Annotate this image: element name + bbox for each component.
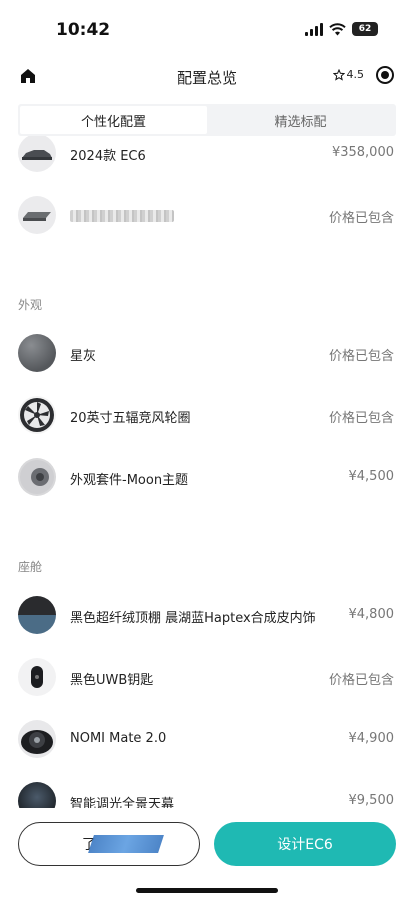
section-label-exterior: 外观 [18, 298, 43, 312]
item-name: 20英寸五辐竞风轮圈 [70, 411, 191, 426]
status-icons: 62 [305, 22, 378, 36]
list-item-model[interactable]: 2024款 EC6 ¥358,000 [0, 136, 414, 176]
target-icon[interactable] [376, 66, 394, 84]
wifi-icon [329, 22, 346, 35]
nomi-icon [18, 720, 56, 758]
wheel-icon [18, 396, 56, 434]
item-name: 星灰 [70, 349, 97, 364]
learn-more-button[interactable]: 了 [18, 822, 200, 866]
item-price: 价格已包含 [328, 349, 394, 364]
item-price: 价格已包含 [328, 211, 394, 226]
section-label-cabin: 座舱 [18, 560, 43, 574]
status-time: 10:42 [56, 20, 111, 40]
item-name: 2024款 EC6 [70, 149, 146, 164]
item-price: ¥9,500 [348, 793, 395, 808]
item-name: 黑色超纤绒顶棚 晨湖蓝Haptex合成皮内饰 [70, 611, 316, 626]
item-price: ¥358,000 [331, 145, 394, 160]
tab-bar: 个性化配置 精选标配 [18, 104, 396, 136]
car-icon [18, 136, 56, 172]
list-item-key[interactable]: 黑色UWB钥匙 价格已包含 [0, 656, 414, 700]
star-icon [332, 68, 345, 81]
interior-icon [18, 596, 56, 634]
rating-button[interactable]: 4.5 [332, 68, 365, 81]
list-item-kit[interactable]: 外观套件-Moon主题 ¥4,500 [0, 456, 414, 500]
list-item-interior[interactable]: 黑色超纤绒顶棚 晨湖蓝Haptex合成皮内饰 ¥4,800 [0, 594, 414, 638]
item-name: 智能调光全景天幕 [70, 797, 175, 808]
design-car-button[interactable]: 设计EC6 [214, 822, 396, 866]
signal-icon [305, 22, 323, 36]
list-item-sunroof[interactable]: 智能调光全景天幕 ¥9,500 [0, 780, 414, 808]
item-price: 价格已包含 [328, 673, 394, 688]
bottom-action-bar: 了 设计EC6 [0, 808, 414, 900]
home-indicator [136, 888, 278, 893]
config-list[interactable]: 2024款 EC6 ¥358,000 价格已包含 外观 星灰 价格已包含 20英… [0, 136, 414, 808]
list-item-paint[interactable]: 星灰 价格已包含 [0, 332, 414, 376]
item-name: 黑色UWB钥匙 [70, 673, 154, 688]
item-price: 价格已包含 [328, 411, 394, 426]
kit-icon [18, 458, 56, 496]
redacted-item-name [70, 210, 174, 222]
list-item-wheel[interactable]: 20英寸五辐竞风轮圈 价格已包含 [0, 394, 414, 438]
battery-icon: 62 [352, 22, 378, 36]
status-bar: 10:42 62 [0, 0, 414, 58]
rating-value: 4.5 [346, 68, 365, 81]
tab-personalized[interactable]: 个性化配置 [20, 106, 207, 134]
tab-standard[interactable]: 精选标配 [207, 106, 394, 134]
item-name: NOMI Mate 2.0 [70, 731, 167, 746]
list-item-nomi[interactable]: NOMI Mate 2.0 ¥4,900 [0, 718, 414, 762]
item-price: ¥4,900 [348, 731, 395, 746]
key-icon [18, 658, 56, 696]
list-item-battery[interactable]: 价格已包含 [0, 194, 414, 238]
item-name: 外观套件-Moon主题 [70, 473, 189, 488]
item-price: ¥4,500 [348, 469, 395, 484]
item-price: ¥4,800 [348, 607, 395, 622]
battery-pack-icon [18, 196, 56, 234]
sunroof-icon [18, 782, 56, 808]
redacted-label [88, 835, 164, 853]
nav-bar: 配置总览 4.5 [0, 58, 414, 98]
paint-swatch-icon [18, 334, 56, 372]
